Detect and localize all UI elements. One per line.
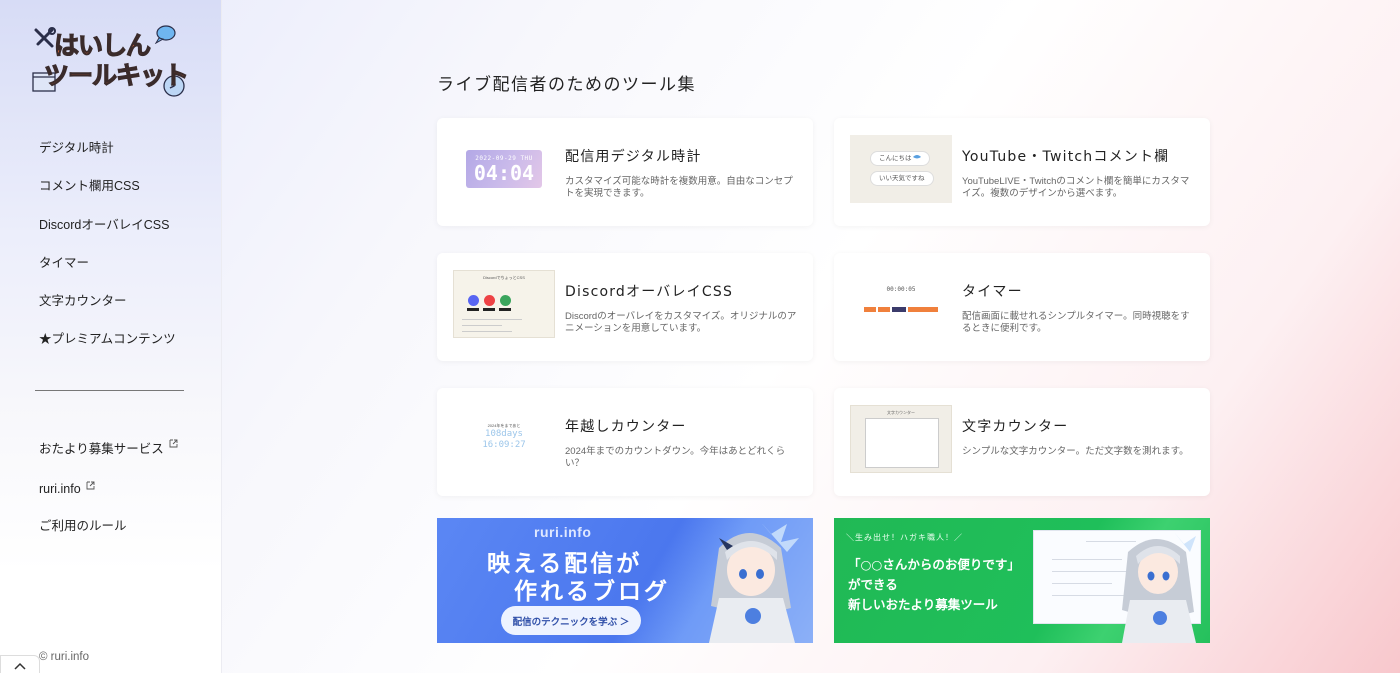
speech-bubble-icon [154, 25, 176, 44]
bird-icon [913, 155, 922, 159]
sidebar-link-ruri-info[interactable]: ruri.info [39, 468, 178, 510]
text-line [462, 325, 502, 326]
page-title: ライブ配信者のためのツール集 [437, 75, 696, 95]
banner-headline-2: ができる [848, 577, 898, 592]
avatar [500, 295, 511, 306]
external-link-icon [169, 439, 178, 447]
clock-preview-time: 04:04 [473, 160, 535, 185]
banner-headline-1: 「○○さんからのお便りです」 [848, 557, 1020, 572]
name-bar [467, 308, 479, 311]
character-illustration [1122, 532, 1196, 643]
banner-cta-button[interactable]: 配信のテクニックを学ぶ ＞ [501, 606, 641, 635]
sidebar-nav: デジタル時計 コメント欄用CSS DiscordオーバレイCSS タイマー 文字… [39, 140, 176, 370]
sidebar-item-digital-clock[interactable]: デジタル時計 [39, 140, 176, 178]
tool-card-comment-css[interactable]: こんにちは いい天気ですね YouTube・Twitchコメント欄 YouTub… [834, 118, 1210, 226]
countdown-days: 108days [485, 429, 523, 439]
timer-control-set [908, 307, 938, 312]
card-title: タイマー [962, 284, 1023, 300]
card-description: YouTubeLIVE・Twitchのコメント欄を簡単にカスタマイズ。複数のデザ… [962, 176, 1190, 199]
comment-css-thumbnail: こんにちは いい天気ですね [850, 135, 952, 203]
sidebar-divider [35, 390, 184, 391]
comment-preview-text: こんにちは [879, 155, 912, 162]
card-description: カスタマイズ可能な時計を複数用意。自由なコンセプトを実現できます。 [565, 176, 793, 199]
scroll-to-top-button[interactable] [0, 655, 40, 673]
banner-brand: ruri.info [534, 524, 592, 540]
sidebar-item-timer[interactable]: タイマー [39, 255, 176, 293]
banner-headline-3: 新しいおたより募集ツール [848, 597, 998, 612]
sidebar: はいしん ツールキット デジタル時計 コメント欄用CSS Discordオーバレ… [0, 0, 222, 673]
card-description: Discordのオーバレイをカスタマイズ。オリジナルのアニメーションを用意してい… [565, 311, 797, 334]
timer-thumbnail: 00:00:05 [850, 270, 952, 338]
tool-card-char-counter[interactable]: 文字カウンター 文字カウンター シンプルな文字カウンター。ただ文字数を測れます。 [834, 388, 1210, 496]
copyright: © ruri.info [39, 651, 90, 663]
card-title: 文字カウンター [962, 419, 1069, 435]
timer-preview-time: 00:00:05 [886, 286, 916, 293]
digital-clock-thumbnail: 2022-09-29 THU 04:04 [453, 135, 555, 203]
sidebar-item-char-counter[interactable]: 文字カウンター [39, 293, 176, 331]
countdown-thumbnail: 2024年をまであと 108days 16:09:27 [453, 405, 555, 473]
banner-tagline: ＼生み出せ！ハガキ職人！／ [846, 533, 963, 542]
timer-control-reset [892, 307, 906, 312]
sidebar-link-otayori-label: おたより募集サービス [39, 441, 164, 456]
comment-preview-bubble: いい天気ですね [870, 171, 934, 186]
sidebar-item-comment-css[interactable]: コメント欄用CSS [39, 178, 176, 216]
discord-preview-heading: DiscordでちょっとCSS [483, 275, 525, 280]
card-description: 2024年までのカウントダウン。今年はあとどれくらい？ [565, 446, 786, 469]
sidebar-link-otayori[interactable]: おたより募集サービス [39, 426, 178, 468]
site-logo[interactable]: はいしん ツールキット [30, 24, 190, 100]
card-title: YouTube・Twitchコメント欄 [962, 149, 1170, 165]
comment-preview-bubble: こんにちは [870, 151, 931, 166]
clock-preview: 2022-09-29 THU 04:04 [466, 150, 542, 188]
sidebar-link-rules[interactable]: ご利用のルール [39, 515, 127, 534]
avatar [484, 295, 495, 306]
countdown-time: 16:09:27 [482, 440, 526, 450]
sidebar-item-premium[interactable]: ★プレミアムコンテンツ [39, 331, 176, 369]
tool-card-digital-clock[interactable]: 2022-09-29 THU 04:04 配信用デジタル時計 カスタマイズ可能な… [437, 118, 813, 226]
tool-card-discord-css[interactable]: DiscordでちょっとCSS DiscordオーバレイCSS Discordの… [437, 253, 813, 361]
sidebar-item-discord-css[interactable]: DiscordオーバレイCSS [39, 217, 176, 255]
chevron-up-icon [14, 662, 26, 670]
blog-banner[interactable]: ruri.info 映える配信が 作れるブログ 配信のテクニックを学ぶ ＞ [437, 518, 813, 643]
text-line [462, 319, 522, 320]
tool-card-countdown[interactable]: 2024年をまであと 108days 16:09:27 年越しカウンター 202… [437, 388, 813, 496]
character-illustration [709, 520, 799, 643]
card-description: シンプルな文字カウンター。ただ文字数を測れます。 [962, 446, 1189, 457]
external-links: おたより募集サービス ruri.info [39, 426, 178, 510]
tool-card-timer[interactable]: 00:00:05 タイマー 配信画面に載せれるシンプルタイマー。同時視聴をすると… [834, 253, 1210, 361]
timer-control-stop [878, 307, 890, 312]
name-bar [499, 308, 511, 311]
logo-text-line2: ツールキット [43, 60, 189, 90]
char-counter-preview-textarea [865, 418, 939, 468]
postcard-line [1052, 559, 1122, 560]
card-title: DiscordオーバレイCSS [565, 284, 734, 300]
card-description: 配信画面に載せれるシンプルタイマー。同時視聴をするときに便利です。 [962, 311, 1190, 334]
text-line [462, 331, 512, 332]
discord-css-thumbnail: DiscordでちょっとCSS [453, 270, 555, 338]
char-counter-thumbnail: 文字カウンター [850, 405, 952, 473]
banner-headline-2: 作れるブログ [514, 579, 670, 605]
otayori-banner[interactable]: ＼生み出せ！ハガキ職人！／ 「○○さんからのお便りです」 ができる 新しいおたよ… [834, 518, 1210, 643]
avatar [468, 295, 479, 306]
name-bar [483, 308, 495, 311]
postcard-line [1052, 583, 1112, 584]
card-title: 配信用デジタル時計 [565, 149, 702, 165]
timer-control-start [864, 307, 876, 312]
char-counter-preview-heading: 文字カウンター [887, 410, 915, 415]
external-link-icon [86, 481, 95, 489]
card-title: 年越しカウンター [565, 419, 687, 435]
sidebar-link-ruri-info-label: ruri.info [39, 482, 81, 496]
